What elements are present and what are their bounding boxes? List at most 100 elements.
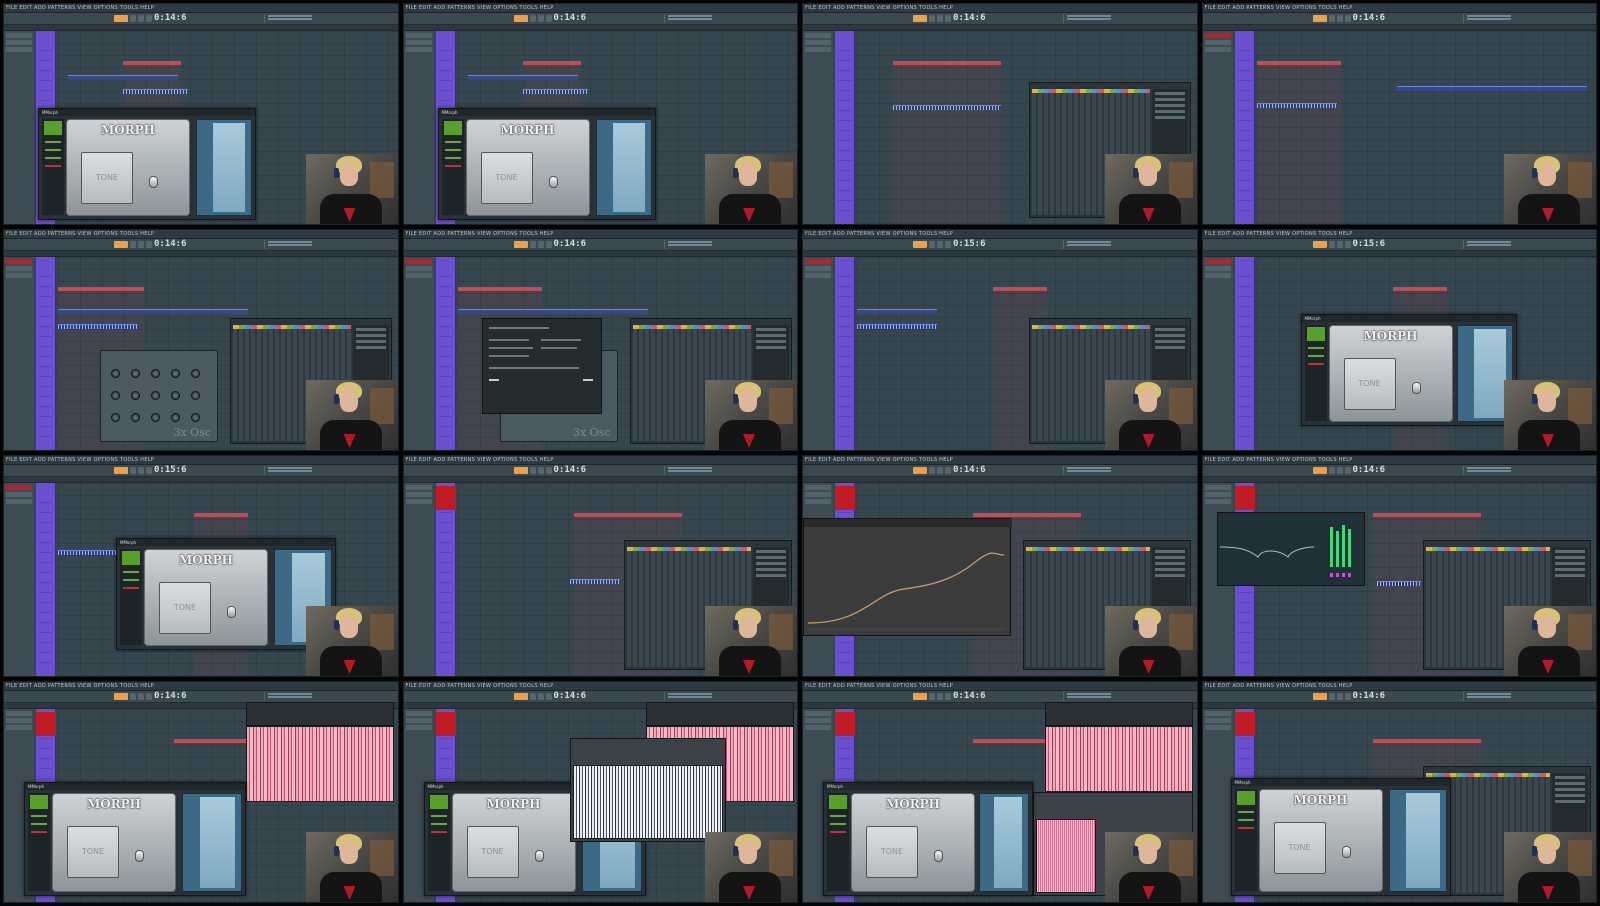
track-lane[interactable] (835, 257, 855, 450)
output-knob[interactable] (135, 850, 144, 862)
preset-list[interactable] (427, 793, 450, 891)
synth-window[interactable]: 3x Osc (100, 350, 218, 442)
playlist-clip[interactable] (857, 309, 937, 314)
output-knob[interactable] (1341, 846, 1351, 858)
browser-sidebar[interactable] (403, 257, 434, 450)
morph-plugin-window[interactable]: MMorph MORPH TONE (437, 108, 656, 220)
browser-sidebar[interactable] (403, 31, 434, 224)
tempo-display[interactable] (513, 693, 528, 700)
morph-plugin-window[interactable]: MMorph MORPH TONE (823, 782, 1033, 896)
tone-display[interactable]: TONE (1273, 822, 1326, 874)
preset-list[interactable] (28, 793, 50, 891)
preset-list[interactable] (1234, 789, 1257, 891)
track-lane[interactable] (36, 257, 56, 450)
edison-window[interactable] (569, 738, 726, 842)
morph-plugin-window[interactable]: MMorph MORPH TONE (24, 782, 246, 896)
audio-waveform-editor[interactable] (1045, 726, 1193, 792)
browser-sidebar[interactable] (403, 483, 434, 676)
tone-display[interactable]: TONE (81, 152, 133, 204)
track-lane[interactable] (835, 31, 855, 224)
main-menu[interactable]: FILE EDIT ADD PATTERNS VIEW OPTIONS TOOL… (1205, 457, 1353, 463)
main-menu[interactable]: FILE EDIT ADD PATTERNS VIEW OPTIONS TOOL… (406, 683, 554, 689)
transport-controls[interactable] (130, 15, 152, 22)
transport-controls[interactable] (529, 15, 552, 22)
selected-waveform[interactable] (572, 765, 723, 839)
playlist-clip[interactable] (457, 309, 648, 314)
output-knob[interactable] (934, 850, 943, 862)
track-lane[interactable] (435, 257, 456, 450)
main-menu[interactable]: FILE EDIT ADD PATTERNS VIEW OPTIONS TOOL… (1205, 231, 1353, 237)
tempo-display[interactable] (114, 693, 128, 700)
playlist-clip[interactable] (68, 75, 178, 80)
curve-graph[interactable] (804, 519, 1012, 637)
morph-plugin-window[interactable]: MMorph MORPH TONE (1300, 314, 1517, 426)
edison-toolbar[interactable] (246, 702, 394, 726)
main-menu[interactable]: FILE EDIT ADD PATTERNS VIEW OPTIONS TOOL… (805, 457, 953, 463)
tone-display[interactable]: TONE (466, 826, 519, 878)
audio-clip[interactable] (857, 324, 937, 329)
preset-list[interactable] (42, 119, 64, 215)
main-menu[interactable]: FILE EDIT ADD PATTERNS VIEW OPTIONS TOOL… (6, 231, 154, 237)
browser-sidebar[interactable] (4, 31, 34, 224)
morph-plugin-window[interactable]: MMorph MORPH TONE (1230, 778, 1451, 896)
browser-sidebar[interactable] (803, 257, 833, 450)
output-knob[interactable] (227, 606, 236, 618)
main-menu[interactable]: FILE EDIT ADD PATTERNS VIEW OPTIONS TOOL… (6, 457, 154, 463)
tempo-display[interactable] (513, 241, 528, 248)
track-header-red[interactable] (435, 486, 456, 510)
tempo-display[interactable] (1312, 15, 1327, 22)
main-menu[interactable]: FILE EDIT ADD PATTERNS VIEW OPTIONS TOOL… (1205, 683, 1353, 689)
output-knob[interactable] (1411, 382, 1421, 394)
transport-controls[interactable] (1328, 241, 1351, 248)
preset-list[interactable] (120, 549, 142, 645)
tempo-display[interactable] (913, 693, 927, 700)
curve-editor-window[interactable] (803, 518, 1012, 637)
preset-list[interactable] (441, 119, 464, 215)
main-menu[interactable]: FILE EDIT ADD PATTERNS VIEW OPTIONS TOOL… (805, 231, 953, 237)
browser-sidebar[interactable] (4, 257, 34, 450)
tempo-display[interactable] (913, 15, 927, 22)
tempo-display[interactable] (913, 467, 927, 474)
tone-display[interactable]: TONE (1343, 358, 1396, 410)
eq-window[interactable] (1216, 512, 1365, 586)
transport-controls[interactable] (929, 467, 951, 474)
browser-sidebar[interactable] (1202, 257, 1233, 450)
audio-clip[interactable] (893, 105, 1001, 110)
track-header-red[interactable] (835, 712, 855, 736)
transport-controls[interactable] (130, 241, 152, 248)
audio-clip[interactable] (522, 89, 588, 94)
main-menu[interactable]: FILE EDIT ADD PATTERNS VIEW OPTIONS TOOL… (1205, 5, 1353, 11)
audio-clip[interactable] (569, 579, 620, 584)
edison-toolbar[interactable] (645, 702, 794, 726)
transport-controls[interactable] (130, 467, 152, 474)
tone-display[interactable]: TONE (67, 826, 119, 878)
loop-marker[interactable] (174, 739, 254, 743)
transport-controls[interactable] (929, 15, 951, 22)
tempo-display[interactable] (114, 241, 128, 248)
main-menu[interactable]: FILE EDIT ADD PATTERNS VIEW OPTIONS TOOL… (6, 683, 154, 689)
transport-controls[interactable] (1328, 467, 1351, 474)
main-menu[interactable]: FILE EDIT ADD PATTERNS VIEW OPTIONS TOOL… (406, 457, 554, 463)
playlist-clip[interactable] (1396, 86, 1587, 91)
track-header-red[interactable] (36, 712, 56, 736)
tempo-display[interactable] (513, 467, 528, 474)
audio-clip[interactable] (58, 324, 138, 329)
playlist-clip[interactable] (58, 309, 248, 314)
track-header-red[interactable] (835, 486, 855, 510)
settings-dialog[interactable] (481, 318, 602, 414)
edison-toolbar[interactable] (1045, 702, 1193, 726)
transport-controls[interactable] (929, 693, 951, 700)
main-menu[interactable]: FILE EDIT ADD PATTERNS VIEW OPTIONS TOOL… (805, 5, 953, 11)
browser-sidebar[interactable] (4, 483, 34, 676)
transport-controls[interactable] (529, 241, 552, 248)
transport-controls[interactable] (130, 693, 152, 700)
preset-list[interactable] (1304, 325, 1327, 421)
track-lane[interactable] (435, 483, 456, 676)
main-menu[interactable]: FILE EDIT ADD PATTERNS VIEW OPTIONS TOOL… (406, 231, 554, 237)
track-header-red[interactable] (1234, 712, 1255, 736)
track-header-red[interactable] (1234, 486, 1255, 510)
output-knob[interactable] (548, 176, 558, 188)
track-lane[interactable] (1234, 257, 1255, 450)
transport-controls[interactable] (1328, 15, 1351, 22)
main-menu[interactable]: FILE EDIT ADD PATTERNS VIEW OPTIONS TOOL… (805, 683, 953, 689)
